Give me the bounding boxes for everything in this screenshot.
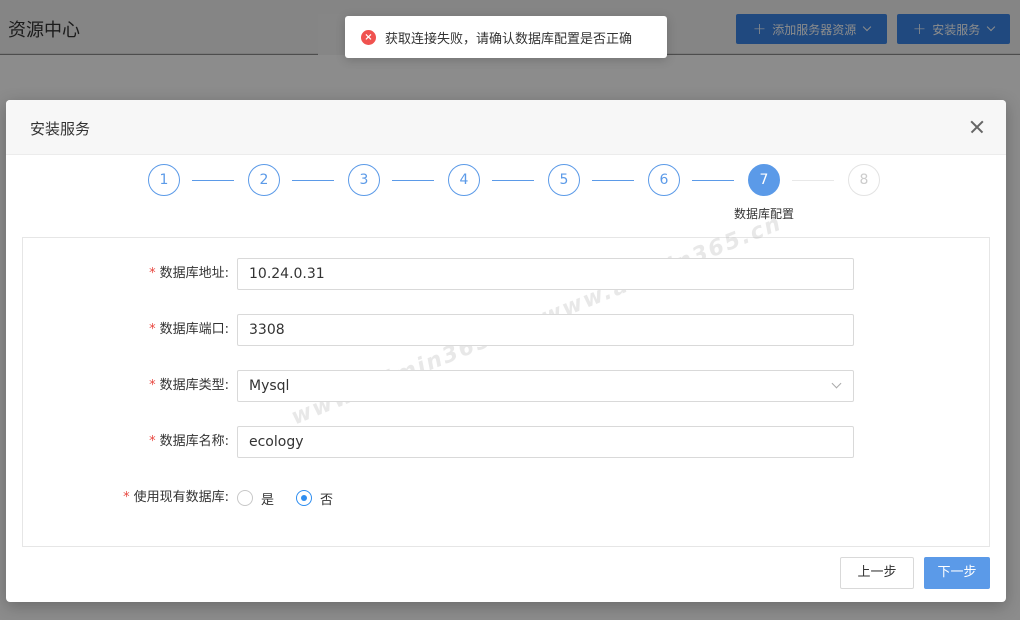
current-step-label: 数据库配置 — [733, 207, 794, 221]
previous-step-button[interactable]: 上一步 — [840, 557, 914, 589]
step-5: 5 — [548, 164, 580, 196]
step-8: 8 — [848, 164, 880, 196]
step-connector — [192, 180, 234, 181]
form-row-db-port: * 数据库端口: 3308 — [23, 314, 991, 346]
db-type-value: Mysql — [249, 378, 290, 394]
radio-no[interactable] — [296, 490, 313, 506]
db-name-input[interactable]: ecology — [237, 426, 854, 458]
install-service-dialog: 安装服务 1 2 3 4 5 6 7 8 数据库配置 www.admin365.… — [6, 100, 1006, 602]
db-port-label: * 数据库端口: — [149, 322, 229, 337]
step-connector — [592, 180, 634, 181]
form-row-use-existing-db: * 使用现有数据库: 是 否 — [23, 482, 991, 514]
step-indicator: 1 2 3 4 5 6 7 8 数据库配置 — [6, 155, 1006, 235]
step-connector — [292, 180, 334, 181]
step-connector — [492, 180, 534, 181]
db-address-input[interactable]: 10.24.0.31 — [237, 258, 854, 290]
radio-yes-label[interactable]: 是 — [261, 489, 274, 508]
toast-message: 获取连接失败，请确认数据库配置是否正确 — [385, 31, 633, 47]
step-4: 4 — [448, 164, 480, 196]
step-2: 2 — [248, 164, 280, 196]
db-name-label: * 数据库名称: — [149, 434, 229, 449]
db-port-input[interactable]: 3308 — [237, 314, 854, 346]
error-toast: × 获取连接失败，请确认数据库配置是否正确 — [345, 16, 667, 58]
use-existing-db-label: * 使用现有数据库: — [123, 490, 229, 505]
step-1: 1 — [148, 164, 180, 196]
step-3: 3 — [348, 164, 380, 196]
chevron-down-icon — [831, 378, 842, 389]
step-connector-pending — [792, 180, 834, 181]
use-existing-db-radio-group: 是 否 — [237, 482, 355, 514]
radio-yes[interactable] — [237, 490, 253, 506]
database-config-form: www.admin365.cn www.admin365.cn *数据库地址: … — [22, 211, 991, 547]
step-connector — [392, 180, 434, 181]
dialog-header: 安装服务 — [6, 100, 1006, 155]
close-icon[interactable] — [966, 116, 988, 138]
dialog-title: 安装服务 — [30, 120, 91, 138]
error-icon: × — [361, 29, 376, 45]
step-6: 6 — [648, 164, 680, 196]
db-type-select[interactable]: Mysql — [237, 370, 854, 402]
form-row-db-address: * 数据库地址: 10.24.0.31 — [23, 258, 991, 290]
db-type-label: * 数据库类型: — [149, 378, 229, 393]
next-step-button[interactable]: 下一步 — [924, 557, 990, 589]
form-row-db-name: * 数据库名称: ecology — [23, 426, 991, 458]
radio-no-label[interactable]: 否 — [320, 489, 333, 508]
step-connector — [692, 180, 734, 181]
step-7-current: 7 — [748, 164, 780, 196]
form-row-db-type: * 数据库类型: Mysql — [23, 370, 991, 402]
db-address-label: * 数据库地址: — [149, 266, 229, 281]
